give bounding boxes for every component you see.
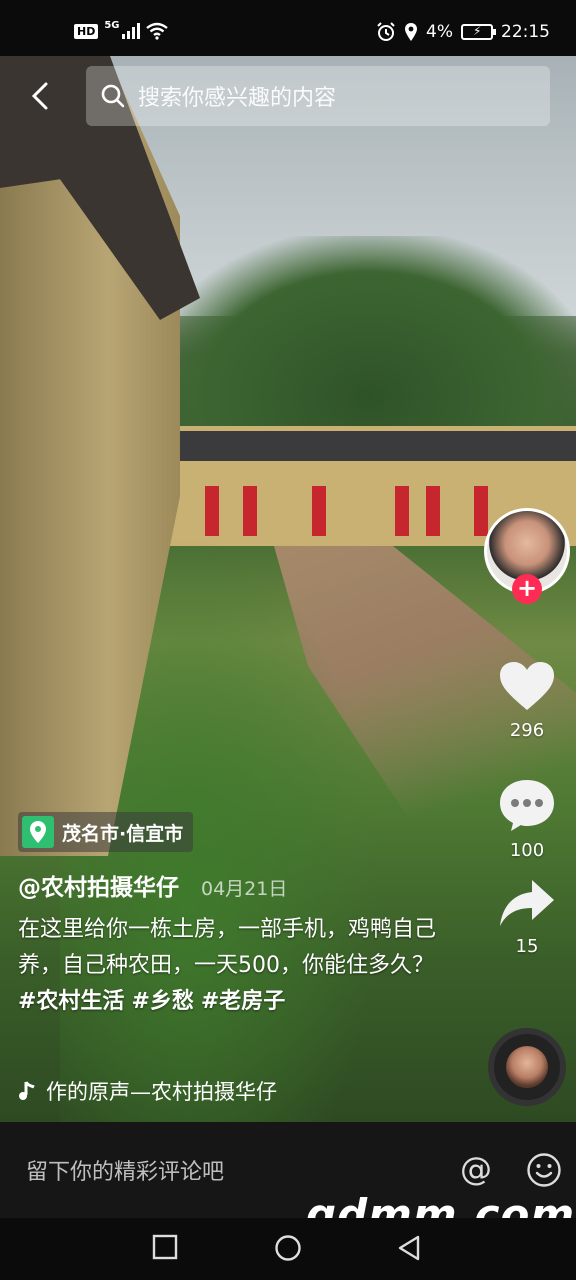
location-icon — [405, 23, 418, 41]
hashtag[interactable]: #乡愁 — [131, 989, 193, 1014]
location-text: 茂名市·信宜市 — [62, 822, 184, 845]
hashtag[interactable]: #农村生活 — [18, 989, 124, 1014]
music-info[interactable]: 作的原声—农村拍摄华仔 — [18, 1076, 318, 1106]
emoji-icon[interactable] — [526, 1152, 562, 1188]
search-placeholder: 搜索你感兴趣的内容 — [138, 86, 337, 111]
search-icon — [101, 84, 125, 108]
system-nav-bar — [0, 1218, 576, 1280]
recent-apps-icon[interactable] — [152, 1234, 178, 1260]
wifi-icon — [145, 22, 168, 40]
author-avatar-button[interactable]: + — [484, 508, 570, 604]
share-button[interactable]: 15 — [492, 878, 562, 957]
heart-icon — [500, 662, 554, 710]
hd-badge: HD — [74, 23, 99, 39]
mention-at-button[interactable]: @ — [460, 1150, 492, 1188]
video-roof — [180, 431, 576, 461]
author-name[interactable]: @农村拍摄华仔 — [18, 868, 179, 902]
alarm-icon — [377, 22, 395, 41]
clock: 22:15 — [501, 22, 550, 42]
comment-icon — [500, 780, 554, 831]
description-text: 在这里给你一栋土房，一部手机，鸡鸭自己养，自己种农田，一天500，你能住多久？ — [18, 917, 437, 978]
music-title: 作的原声—农村拍摄华仔 — [46, 1080, 277, 1104]
status-left: HD 5G — [74, 19, 168, 40]
video-door — [395, 486, 409, 536]
music-disc-cover — [506, 1046, 548, 1088]
like-count: 296 — [509, 720, 545, 741]
comment-input-placeholder[interactable]: 留下你的精彩评论吧 — [26, 1154, 224, 1186]
location-pin-icon — [22, 816, 54, 848]
video-door — [243, 486, 257, 536]
post-date: 04月21日 — [201, 878, 288, 900]
battery-percent: 4% — [426, 22, 453, 42]
music-disc-button[interactable] — [488, 1028, 566, 1106]
video-door — [205, 486, 219, 536]
video-door — [426, 486, 440, 536]
author-row: @农村拍摄华仔 04月21日 — [18, 868, 287, 902]
battery-icon: ⚡ — [461, 24, 496, 40]
comment-count: 100 — [509, 840, 545, 861]
share-arrow-icon — [500, 880, 554, 926]
search-bar[interactable]: 搜索你感兴趣的内容 — [86, 66, 550, 126]
back-button[interactable] — [22, 76, 62, 116]
video-door — [312, 486, 326, 536]
comment-button[interactable]: 100 — [492, 778, 562, 861]
home-icon[interactable] — [274, 1234, 302, 1262]
follow-plus-button[interactable]: + — [512, 574, 542, 604]
music-note-icon — [19, 1081, 35, 1100]
like-button[interactable]: 296 — [492, 660, 562, 741]
location-tag[interactable]: 茂名市·信宜市 — [18, 812, 194, 852]
back-triangle-icon[interactable] — [396, 1234, 422, 1262]
network-type: 5G — [104, 19, 120, 31]
status-right: 4% ⚡ 22:15 — [376, 22, 550, 42]
share-count: 15 — [515, 936, 539, 957]
chevron-left-icon — [31, 82, 48, 110]
signal-icon — [121, 23, 140, 39]
hashtag[interactable]: #老房子 — [201, 989, 285, 1014]
video-description: 在这里给你一栋土房，一部手机，鸡鸭自己养，自己种农田，一天500，你能住多久？ … — [18, 912, 448, 1020]
